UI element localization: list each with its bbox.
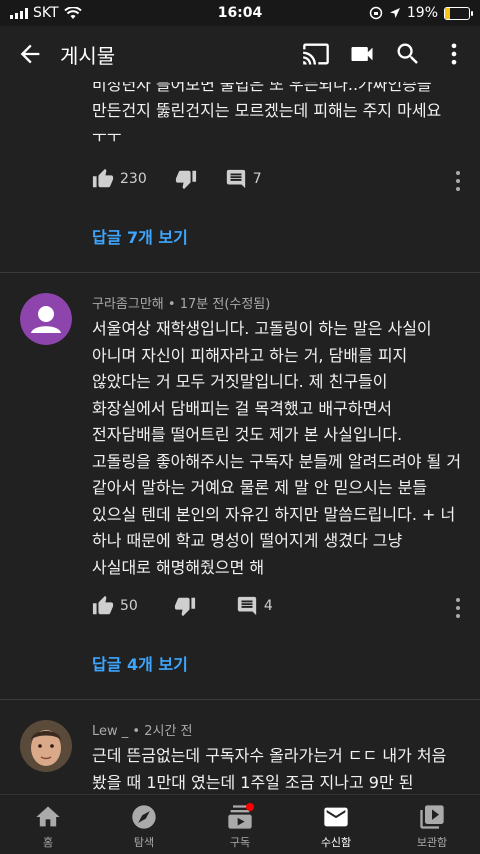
avatar[interactable]: [20, 720, 72, 772]
default-avatar-icon: [20, 293, 72, 345]
comment-text: 서울여상 재학생입니다. 고돌링이 하는 말은 사실이 아니며 자신이 피해자라…: [92, 319, 462, 577]
nav-subscriptions[interactable]: 구독: [192, 795, 288, 854]
dislike-button[interactable]: [174, 595, 196, 617]
user-photo-avatar: [20, 720, 72, 772]
location-icon: [389, 8, 400, 18]
nav-label: 홈: [42, 836, 54, 849]
comment-icon: [237, 596, 256, 616]
like-count: 50: [120, 598, 138, 614]
notification-dot: [246, 803, 254, 811]
nav-home[interactable]: 홈: [0, 795, 96, 854]
comment-more-button[interactable]: [454, 171, 462, 191]
comment-actions: 230 7: [92, 164, 462, 194]
back-button[interactable]: [16, 40, 44, 68]
comment-text: 근데 뜬금없는데 구독자수 올라가는거 ㄷㄷ 내가 처음 봤을 때 1만대 였는…: [92, 746, 447, 792]
search-button[interactable]: [392, 38, 424, 70]
app-bar: 게시물: [0, 26, 480, 82]
thumb-up-icon: [92, 595, 114, 615]
comment-actions: 50 4: [92, 591, 462, 621]
battery-icon: [444, 6, 473, 20]
author-name[interactable]: Lew _: [92, 724, 128, 739]
arrow-back-icon: [20, 44, 40, 64]
comment-header: 구라좀그만해 • 17분 전(수정됨): [92, 297, 271, 312]
nav-label: 탐색: [133, 836, 155, 849]
divider: [0, 699, 480, 700]
reply-button[interactable]: 7: [225, 168, 262, 190]
status-bar: SKT 16:04 19%: [0, 0, 480, 26]
dislike-button[interactable]: [175, 168, 197, 190]
overflow-menu-button[interactable]: [438, 38, 470, 70]
comment-line: 비성년자 틀어보면 불법은 또 우는되나..가짜인승들: [92, 82, 432, 94]
videocam-icon: [351, 47, 373, 61]
nav-explore[interactable]: 탐색: [96, 795, 192, 854]
nav-label: 수신함: [320, 836, 352, 849]
cast-icon: [303, 43, 329, 65]
comment-timestamp: 2시간 전: [144, 724, 193, 739]
comment-line: 만든건지 뚫린건지는 모르겠는데 피해는 주지 마세요: [92, 101, 442, 120]
author-name[interactable]: 구라좀그만해: [92, 297, 164, 312]
home-icon: [36, 806, 60, 827]
avatar[interactable]: [20, 293, 72, 345]
comment-icon: [226, 169, 245, 189]
nav-inbox[interactable]: 수신함: [288, 795, 384, 854]
comment-timestamp: 17분 전(수정됨): [179, 297, 271, 312]
more-vert-icon: [451, 43, 457, 65]
comment-feed[interactable]: 비성년자 틀어보면 불법은 또 우는되나..가짜인승들 만든건지 뚫린건지는 모…: [0, 82, 480, 794]
nav-label: 보관함: [416, 836, 448, 849]
comment-header: Lew _ • 2시간 전: [92, 724, 193, 739]
rotation-lock-icon: [369, 6, 383, 20]
thumb-up-icon: [92, 168, 114, 188]
view-replies-link[interactable]: 답글 7개 보기: [92, 224, 188, 248]
view-replies-link[interactable]: 답글 4개 보기: [92, 651, 188, 675]
battery-percent: 19%: [406, 5, 438, 21]
reply-count: 7: [252, 171, 262, 187]
library-icon: [420, 805, 444, 829]
thumb-down-icon: [174, 597, 195, 617]
nav-label: 구독: [229, 836, 251, 849]
search-icon: [397, 43, 418, 64]
like-button[interactable]: 50: [92, 595, 138, 617]
comment-line: ㅜㅜ: [92, 127, 122, 146]
inbox-icon: [324, 807, 348, 827]
reply-count: 4: [263, 598, 273, 614]
page-title: 게시물: [60, 43, 116, 68]
previous-comment-text: 비성년자 틀어보면 불법은 또 우는되나..가짜인승들 만든건지 뚫린건지는 모…: [92, 82, 462, 150]
nav-library[interactable]: 보관함: [384, 795, 480, 854]
like-count: 230: [120, 171, 147, 187]
bottom-navigation: 홈 탐색 구독 수신함 보관함: [0, 794, 480, 854]
cast-button[interactable]: [300, 38, 332, 70]
comment-more-button[interactable]: [454, 598, 462, 618]
explore-icon: [132, 805, 156, 829]
divider: [0, 272, 480, 273]
thumb-down-icon: [175, 170, 196, 190]
reply-button[interactable]: 4: [236, 595, 273, 617]
like-button[interactable]: 230: [92, 168, 147, 190]
create-video-button[interactable]: [346, 38, 378, 70]
